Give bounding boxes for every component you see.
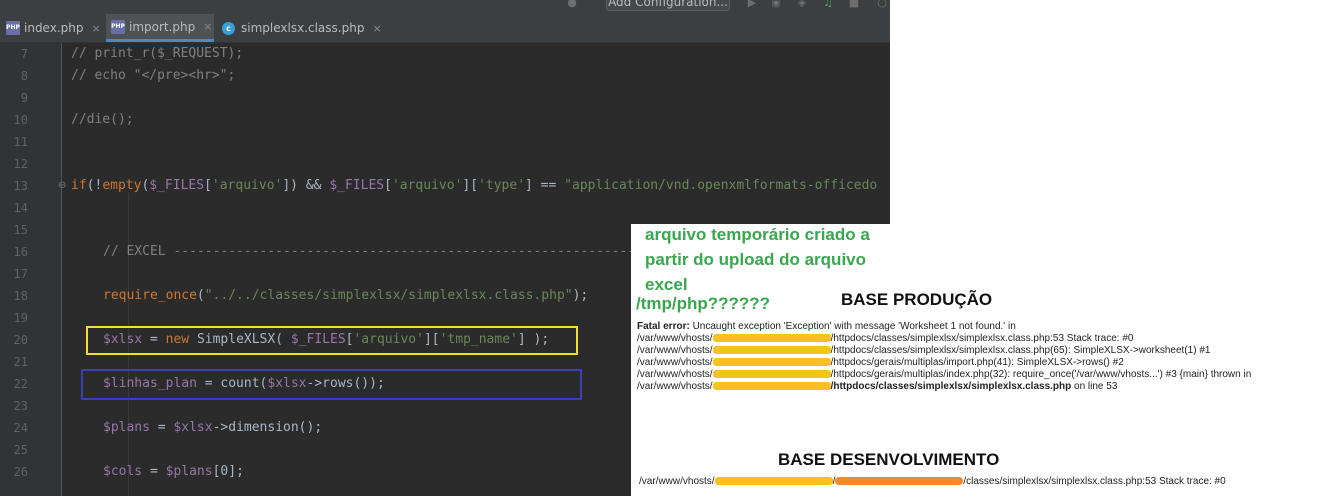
tab-index-php[interactable]: PHP index.php × — [6, 14, 106, 42]
redaction-mark — [712, 334, 831, 343]
error-line: /var/www/vhosts//httpdocs/classes/simple… — [637, 381, 1118, 392]
line-number: 15 — [13, 223, 28, 237]
code-line-13: if(!empty($_FILES['arquivo']) && $_FILES… — [71, 178, 878, 193]
redaction-mark — [835, 477, 964, 486]
search-everywhere-icon[interactable]: ○ — [876, 0, 888, 9]
code-line-26: $cols = $plans[0]; — [103, 464, 244, 479]
line-number: 18 — [13, 289, 28, 303]
error-line: /var/www/vhosts//httpdocs/classes/simple… — [637, 345, 1211, 356]
line-number: 24 — [13, 421, 28, 435]
code-line-8: // echo "</pre><hr>"; — [71, 68, 236, 83]
close-icon[interactable]: × — [203, 20, 212, 33]
line-number: 13 — [13, 179, 28, 193]
temp-file-note: arquivo temporário criado a partir do up… — [645, 225, 870, 294]
line-number: 23 — [13, 399, 28, 413]
line-number: 16 — [13, 245, 28, 259]
code-line-7: // print_r($_REQUEST); — [71, 46, 244, 61]
error-line: /var/www/vhosts//httpdocs/classes/simple… — [637, 333, 1134, 344]
redaction-mark — [712, 358, 831, 367]
line-number: 9 — [20, 91, 28, 105]
production-title: BASE PRODUÇÃO — [841, 290, 993, 309]
production-error-output: Fatal error: Uncaught exception 'Excepti… — [637, 321, 1327, 393]
tab-label: simplexlsx.class.php — [241, 21, 365, 35]
code-line-10: //die(); — [71, 112, 134, 127]
code-line-18: require_once("../../classes/simplexlsx/s… — [103, 288, 589, 303]
line-number: 21 — [13, 355, 28, 369]
line-number-gutter: 7 8 9 10 11 12 13 14 15 16 17 18 19 20 2… — [0, 43, 66, 496]
add-configuration-button[interactable]: Add Configuration... — [606, 0, 730, 11]
error-line: /var/www/vhosts//httpdocs/gerais/multipl… — [637, 357, 1124, 368]
line-number: 10 — [13, 113, 28, 127]
error-annotation-panel: arquivo temporário criado a partir do up… — [631, 224, 1330, 496]
redaction-mark — [712, 370, 831, 379]
line-number: 20 — [13, 333, 28, 347]
line-number: 19 — [13, 311, 28, 325]
user-icon[interactable]: ● — [566, 0, 578, 9]
redaction-mark — [712, 382, 831, 391]
profile-icon[interactable]: ♫ — [822, 0, 834, 9]
line-number: 17 — [13, 267, 28, 281]
error-line: /var/www/vhosts//httpdocs/gerais/multipl… — [637, 369, 1252, 380]
close-icon[interactable]: × — [91, 22, 100, 35]
line-number: 22 — [13, 377, 28, 391]
php-file-icon: PHP — [111, 19, 125, 34]
stop-icon[interactable]: ■ — [848, 0, 860, 9]
tmp-path-label: /tmp/php?????? — [636, 294, 771, 313]
php-file-icon: PHP — [6, 21, 20, 35]
tab-import-php[interactable]: PHP import.php × — [106, 14, 214, 42]
run-icon[interactable]: ▶ — [746, 0, 758, 9]
line-number: 8 — [20, 69, 28, 83]
tab-label: index.php — [24, 21, 84, 35]
error-line: Fatal error: Uncaught exception 'Excepti… — [637, 321, 1016, 332]
debug-icon[interactable]: ◉ — [770, 0, 782, 9]
development-error-line: /var/www/vhosts///classes/simplexlsx/sim… — [639, 476, 1226, 487]
line-number: 26 — [13, 465, 28, 479]
development-title: BASE DESENVOLVIMENTO — [778, 450, 1000, 469]
redaction-mark — [714, 477, 833, 486]
line-number: 14 — [13, 201, 28, 215]
code-line-16: // EXCEL -------------------------------… — [103, 244, 636, 259]
line-number: 7 — [20, 47, 28, 61]
tab-label: import.php — [129, 19, 196, 34]
toolbar: ● Add Configuration... ▶ ◉ ◈ ♫ ■ ○ — [0, 0, 890, 14]
line-number: 12 — [13, 157, 28, 171]
tab-simplexlsx-class-php[interactable]: c simplexlsx.class.php × — [222, 14, 382, 42]
line-number: 11 — [13, 135, 28, 149]
coverage-icon[interactable]: ◈ — [796, 0, 808, 9]
highlight-box-blue — [81, 369, 582, 400]
code-line-24: $plans = $xlsx->dimension(); — [103, 420, 323, 435]
close-icon[interactable]: × — [372, 22, 381, 35]
line-number: 25 — [13, 443, 28, 457]
editor-tabs: PHP index.php × PHP import.php × c simpl… — [0, 14, 890, 43]
class-file-icon: c — [222, 21, 235, 35]
highlight-box-yellow — [86, 326, 578, 355]
redaction-mark — [712, 346, 831, 355]
